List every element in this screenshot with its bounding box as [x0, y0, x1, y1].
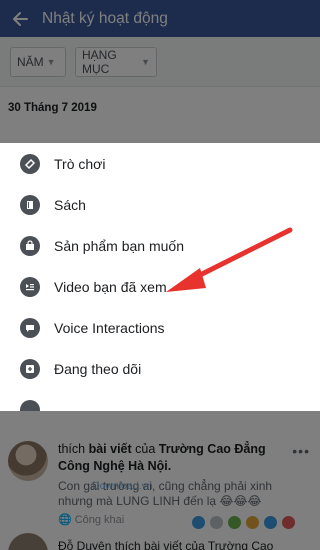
menu-item-label: Trò chơi [54, 155, 106, 172]
menu-item-voice-interactions[interactable]: Voice Interactions [0, 307, 320, 348]
menu-item-products[interactable]: Sản phẩm bạn muốn [0, 225, 320, 266]
menu-item-books[interactable]: Sách [0, 184, 320, 225]
menu-item-label: Sản phẩm bạn muốn [54, 237, 184, 254]
more-icon [20, 399, 40, 411]
menu-item-more[interactable] [0, 389, 320, 411]
book-icon [20, 194, 40, 215]
category-menu: Trò chơi Sách Sản phẩm bạn muốn Video bạ… [0, 143, 320, 411]
menu-item-watched-videos[interactable]: Video bạn đã xem [0, 266, 320, 307]
menu-item-label: Đang theo dõi [54, 360, 142, 377]
speech-bubble-icon [20, 317, 40, 338]
shopping-bag-icon [20, 235, 40, 256]
menu-item-label: Sách [54, 196, 86, 213]
menu-item-label: Voice Interactions [54, 319, 165, 336]
menu-item-label: Video bạn đã xem [54, 278, 167, 295]
gamepad-icon [20, 153, 40, 174]
menu-item-games[interactable]: Trò chơi [0, 143, 320, 184]
follow-icon [20, 358, 40, 379]
video-list-icon [20, 276, 40, 297]
menu-item-following[interactable]: Đang theo dõi [0, 348, 320, 389]
